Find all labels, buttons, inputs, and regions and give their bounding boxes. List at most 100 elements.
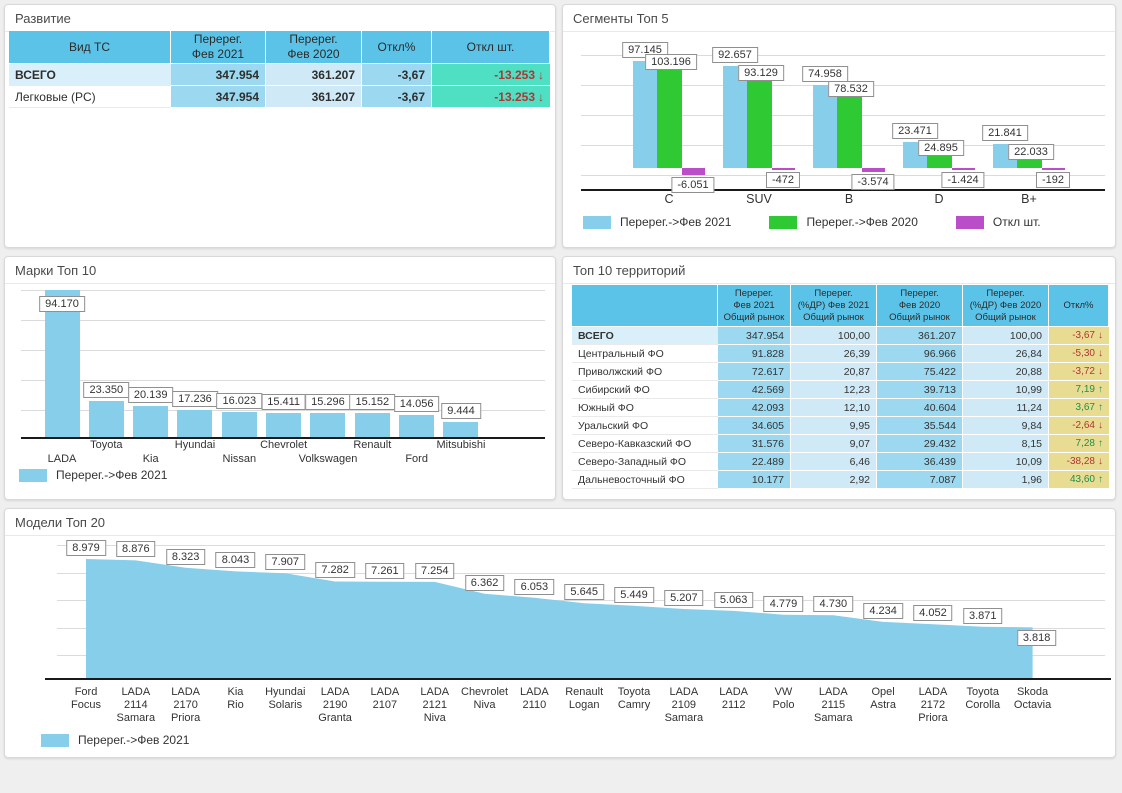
cell-value: 42.093 <box>718 399 791 417</box>
cell-value: 11,24 <box>963 399 1049 417</box>
value-label: 93.129 <box>738 65 784 82</box>
bar-lada[interactable] <box>44 290 80 437</box>
bar-toyota[interactable] <box>88 400 124 437</box>
value-label: 4.779 <box>763 595 804 612</box>
value-label: 7.254 <box>414 562 455 579</box>
cell-feb2020: 361.207 <box>266 86 362 108</box>
cell-value: 39.713 <box>877 381 963 399</box>
value-label: 17.236 <box>172 391 218 408</box>
cell-value: 6,46 <box>791 453 877 471</box>
cell-feb2021: 347.954 <box>171 64 266 86</box>
legend-label: Перерег.->Фев 2020 <box>806 215 918 229</box>
panel-title-brands: Марки Топ 10 <box>5 257 555 284</box>
trend-down-icon: ↓ <box>1098 420 1103 431</box>
bar-c-otkl[interactable] <box>682 168 705 175</box>
column-header: Перерег. Фев 2021 <box>171 31 266 64</box>
value-label: 103.196 <box>645 54 697 70</box>
legend-item: Откл шт. <box>955 215 1041 229</box>
axis-label-lada: LADA <box>47 453 77 465</box>
table-row[interactable]: Дальневосточный ФО 10.177 2,92 7.087 1,96 43,… <box>572 471 1109 489</box>
legend: Перерег.->Фев 2021 <box>19 468 205 482</box>
legend-label: Перерег.->Фев 2021 <box>78 733 190 747</box>
bar-b+-otkl[interactable] <box>1042 168 1065 170</box>
bar-c-2020[interactable] <box>657 54 682 168</box>
bar-c-2021[interactable] <box>633 60 657 168</box>
value-label: -3.574 <box>851 173 895 190</box>
segments-chart: 97.145 103.196 -6.051 C 92.657 93.129 -472 SUV 7… <box>563 32 1115 247</box>
axis-label: Skoda Octavia <box>1013 686 1052 711</box>
bar-chevrolet[interactable] <box>266 412 302 437</box>
value-label: 7.282 <box>315 562 355 579</box>
bar-nissan[interactable] <box>221 411 257 437</box>
table-row[interactable]: Южный ФО 42.093 12,10 40.604 11,24 3,67 ↑ <box>572 399 1109 417</box>
cell-value: 22.489 <box>718 453 791 471</box>
panel-title-models: Модели Топ 20 <box>5 509 1115 536</box>
bar-d-otkl[interactable] <box>952 168 975 170</box>
value-label: 22.033 <box>1008 143 1054 160</box>
bar-hyundai[interactable] <box>177 410 213 437</box>
bar-kia[interactable] <box>133 405 169 437</box>
bar-mitsubishi[interactable] <box>443 422 479 437</box>
bar-volkswagen[interactable] <box>310 413 346 437</box>
bar-b-otkl[interactable] <box>862 168 885 172</box>
cell-otkl-pct: 7,19 ↑ <box>1049 381 1109 399</box>
panel-segments: Сегменты Топ 5 97.145 103.196 -6.051 C 92.65… <box>562 4 1116 248</box>
bar-b-2021[interactable] <box>813 85 837 168</box>
value-label: 78.532 <box>828 81 874 98</box>
panel-razvitie: Развитие Вид ТС Перерег. Фев 2021 Перерег.… <box>4 4 556 248</box>
axis-label-b+: B+ <box>1021 192 1037 206</box>
cell-otkl-pct: -3,67 ↓ <box>1049 327 1109 345</box>
table-row[interactable]: Северо-Кавказский ФО 31.576 9,07 29.432 8,15… <box>572 435 1109 453</box>
row-label: Северо-Кавказский ФО <box>572 435 718 453</box>
axis-label-chevrolet: Chevrolet <box>260 439 308 451</box>
bar-renault[interactable] <box>354 413 390 437</box>
legend-swatch <box>41 733 69 747</box>
cell-value: 9,84 <box>963 417 1049 435</box>
value-label: 16.023 <box>216 392 263 409</box>
trend-down-icon: ↓ <box>1098 366 1103 377</box>
table-row[interactable]: ВСЕГО 347.954 361.207 -3,67 -13.253 ↓ <box>9 64 550 86</box>
value-label: 4.234 <box>863 602 903 619</box>
axis-label-mitsubishi: Mitsubishi <box>436 439 486 451</box>
table-row[interactable]: Центральный ФО 91.828 26,39 96.966 26,84 -5,3… <box>572 345 1109 363</box>
legend-label: Перерег.->Фев 2021 <box>56 468 168 482</box>
cell-otkl-pct: -3,67 <box>362 64 432 86</box>
table-row[interactable]: Уральский ФО 34.605 9,95 35.544 9,84 -2,64 ↓ <box>572 417 1109 435</box>
table-row[interactable]: ВСЕГО 347.954 100,00 361.207 100,00 -3,67 ↓ <box>572 327 1109 345</box>
bar-ford[interactable] <box>399 415 435 437</box>
models-chart: 8.979 Ford Focus 8.876 LADA 2114 Samara 8.32… <box>5 536 1115 757</box>
table-row[interactable]: Легковые (PC) 347.954 361.207 -3,67 -13.253 ↓ <box>9 86 550 108</box>
table-row[interactable]: Сибирский ФО 42.569 12,23 39.713 10,99 7,19 ↑ <box>572 381 1109 399</box>
legend-label: Откл шт. <box>992 215 1041 229</box>
panel-brands: Марки Топ 10 94.170 LADA 23.350 Toyota 20.13… <box>4 256 556 500</box>
row-label: Центральный ФО <box>572 345 718 363</box>
axis-label-hyundai: Hyundai <box>174 439 216 451</box>
value-label: 4.730 <box>813 596 854 613</box>
table-row[interactable]: Северо-Западный ФО 22.489 6,46 36.439 10,09-… <box>572 453 1109 471</box>
legend-item: Перерег.->Фев 2021 <box>583 215 731 229</box>
value-label: 15.296 <box>305 394 351 411</box>
cell-otkl-pct: -2,64 ↓ <box>1049 417 1109 435</box>
row-label: ВСЕГО <box>9 64 171 86</box>
gridline <box>581 175 1105 176</box>
gridline <box>21 350 545 351</box>
cell-value: 9,07 <box>791 435 877 453</box>
value-label: 24.895 <box>918 140 964 157</box>
table-row[interactable]: Приволжский ФО 72.617 20,87 75.422 20,88 -3,7… <box>572 363 1109 381</box>
trend-up-icon: ↑ <box>1098 438 1103 449</box>
value-label: 94.170 <box>39 296 85 312</box>
panel-title-territories: Топ 10 территорий <box>563 257 1115 284</box>
cell-otkl-pct: -3,72 ↓ <box>1049 363 1109 381</box>
value-label: 3.818 <box>1016 630 1057 647</box>
value-label: 5.063 <box>713 591 754 608</box>
axis-label-nissan: Nissan <box>222 453 257 465</box>
row-label: Дальневосточный ФО <box>572 471 718 489</box>
legend: Перерег.->Фев 2021 Перерег.->Фев 2020 Откл… <box>583 215 1079 229</box>
trend-down-icon: ↓ <box>1098 330 1103 341</box>
value-label: 8.876 <box>116 541 156 558</box>
column-header: Перерег. (%ДР) Фев 2020 Общий рынок <box>963 285 1049 327</box>
trend-down-icon: ↓ <box>1098 348 1103 359</box>
axis-label-suv: SUV <box>746 192 772 206</box>
value-label: 15.152 <box>349 394 396 411</box>
bar-suv-otkl[interactable] <box>772 168 795 170</box>
